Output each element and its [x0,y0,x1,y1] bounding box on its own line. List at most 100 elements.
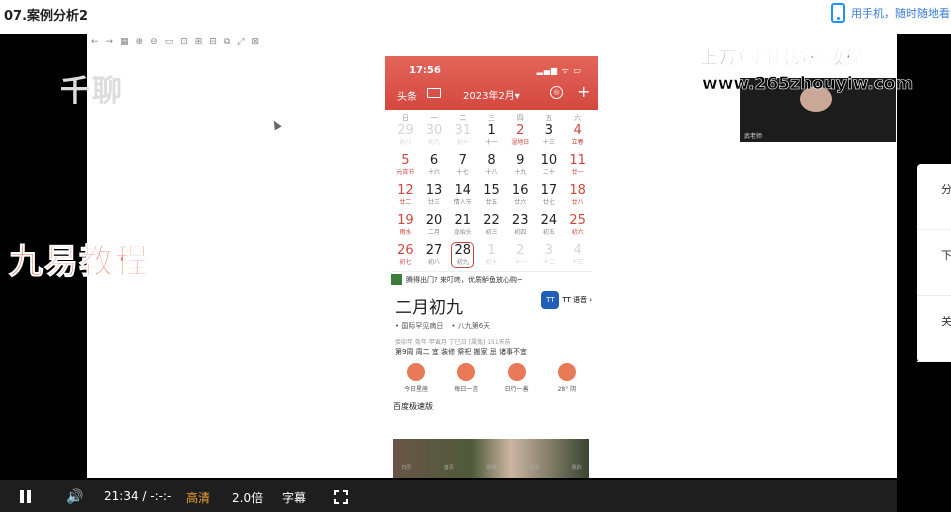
day-lunar: 二月 [428,229,441,236]
feature-weather: 28° 阴 [542,363,592,393]
phone-tab: 视频 [486,465,497,471]
subtitle-button[interactable]: 字幕 [282,489,306,506]
viewer-toolbar: ← → ▦ ⊕ ⊖ ▭ ⊡ ⊞ ⊟ ⧉ ⤢ ⊠ [91,37,259,47]
tt-voice-ad: TT TT 语音 › [541,291,592,309]
calendar-day: 12 廿二 [391,183,420,209]
day-number: 14 [454,183,472,198]
toolbar-button[interactable]: ⊡ [180,37,188,47]
side-share[interactable]: 分 [917,164,951,230]
calendar-day: 24 初五 [535,213,564,239]
day-number: 7 [458,153,467,168]
calendar-day: 17 廿七 [535,183,564,209]
day-number: 2 [516,123,525,138]
ad-text: 腾得出门? 来叮咚，优质鲈鱼放心购~ [406,275,523,284]
day-number: 2 [516,243,525,258]
volume-icon[interactable]: 🔊 [66,489,83,505]
day-lunar: 十一 [514,259,527,266]
top-bar: 07.案例分析2 用手机，随时随地看 [0,0,951,30]
calendar-day: 3 十二 [535,243,564,269]
toolbar-button[interactable]: ⊠ [252,37,260,47]
calendar-day: 5 元宵节 [391,153,420,179]
video-player[interactable]: ← → ▦ ⊕ ⊖ ▭ ⊡ ⊞ ⊟ ⧉ ⤢ ⊠ 千聊 九易教程 17:56 ▂▄▆ ᯤ ▭ 头条 20… [0,34,951,512]
day-number: 13 [425,183,443,198]
calendar-day: 31 初十 [448,123,477,149]
presenter-name: 武老师 [744,133,763,140]
calendar-day: 6 十六 [420,153,449,179]
weekday-row: 日一二三四五六 [385,110,598,123]
weekday-label: 日 [401,114,409,122]
day-lunar: 初十 [456,139,469,146]
day-number: 29 [397,123,414,138]
day-lunar: 廿七 [542,199,555,206]
day-number: 30 [425,123,443,138]
day-lunar: 十六 [428,169,441,176]
day-number: 4 [573,123,582,138]
day-number: 21 [454,213,472,228]
day-lunar: 十一 [485,139,498,146]
ad-banner: 腾得出门? 来叮咚，优质鲈鱼放心购~ [391,271,592,287]
day-lunar: 廿一 [571,169,584,176]
calendar-grid: 29 初八 30 初九 31 初十 1 十一 2 湿地日 3 十三 4 立春 5 元宵节 6 十六 7 十七 8 十八 9 十… [385,123,598,269]
toolbar-button[interactable]: ⧉ [224,37,230,47]
calendar-day: 1 初十 [477,243,506,269]
feature-horoscope: 今日星座 [391,363,441,393]
side-download[interactable]: 下 [917,230,951,296]
watermark-qianliao: 千聊 [60,74,124,109]
lunar-date: 二月初九 [395,298,463,318]
toolbar-button[interactable]: ▦ [120,37,129,47]
phone-tab-bar: 日历 首页 视频 发现 我的 [385,464,598,478]
speed-button[interactable]: 2.0倍 [232,489,263,506]
day-number: 24 [540,213,558,228]
day-number: 23 [511,213,529,228]
day-lunar: 十三 [571,259,584,266]
quality-button[interactable]: 高清 [186,489,210,506]
calendar-day: 20 二月 [420,213,449,239]
day-number: 28 [454,243,472,258]
day-lunar: 廿三 [428,199,441,206]
toolbar-button[interactable]: ← [91,37,99,47]
control-bar: 🔊 21:34 / -:-:- 高清 2.0倍 字幕 [0,480,897,512]
toolbar-button[interactable]: ⊞ [195,37,203,47]
mouse-cursor-icon [270,118,282,131]
watermark-url: www.265zhouyiw.com [702,74,914,95]
day-lunar: 廿二 [399,199,412,206]
day-lunar: 十九 [514,169,527,176]
side-close[interactable]: 关 [917,296,951,362]
calendar-day: 4 十三 [563,243,592,269]
day-number: 16 [511,183,529,198]
phone-tab: 日历 [401,465,412,471]
toolbar-button[interactable]: → [106,37,114,47]
mobile-watch-link[interactable]: 用手机，随时随地看 [831,2,951,24]
calendar-day: 19 雨水 [391,213,420,239]
phone-icon [831,3,845,23]
day-number: 12 [397,183,414,198]
month-selector: 2023年2月▾ [463,91,520,102]
day-lunar: 十三 [542,139,555,146]
phone-tab: 发现 [529,465,540,471]
day-number: 11 [569,153,586,168]
weekday-label: 二 [459,114,467,122]
weekday-label: 一 [430,114,438,122]
day-lunar: 十八 [485,169,498,176]
gooddeed-icon [507,363,526,381]
video-frame[interactable]: ← → ▦ ⊕ ⊖ ▭ ⊡ ⊞ ⊟ ⧉ ⤢ ⊠ 千聊 九易教程 17:56 ▂▄▆ ᯤ ▭ 头条 20… [9,34,914,478]
day-lunar: 初八 [428,259,441,266]
toolbar-button[interactable]: ⊟ [209,37,217,47]
calendar-day: 2 湿地日 [506,123,535,149]
calendar-day: 29 初八 [391,123,420,149]
calendar-day: 1 十一 [477,123,506,149]
toolbar-button[interactable]: ⊖ [150,37,158,47]
toolbar-button[interactable]: ▭ [165,37,174,47]
calendar-day: 18 廿八 [563,183,592,209]
day-number: 22 [483,213,500,228]
toolbar-button[interactable]: ⤢ [237,37,244,47]
day-lunar: 十二 [542,259,555,266]
day-number: 4 [573,243,582,258]
fullscreen-icon[interactable] [334,490,348,504]
side-panel: 分 下 关 [917,164,951,362]
day-number: 8 [487,153,496,168]
pause-icon[interactable] [20,490,32,503]
toolbar-button[interactable]: ⊕ [136,37,144,47]
day-number: 27 [425,243,443,258]
playback-time: 21:34 / -:-:- [104,489,172,503]
